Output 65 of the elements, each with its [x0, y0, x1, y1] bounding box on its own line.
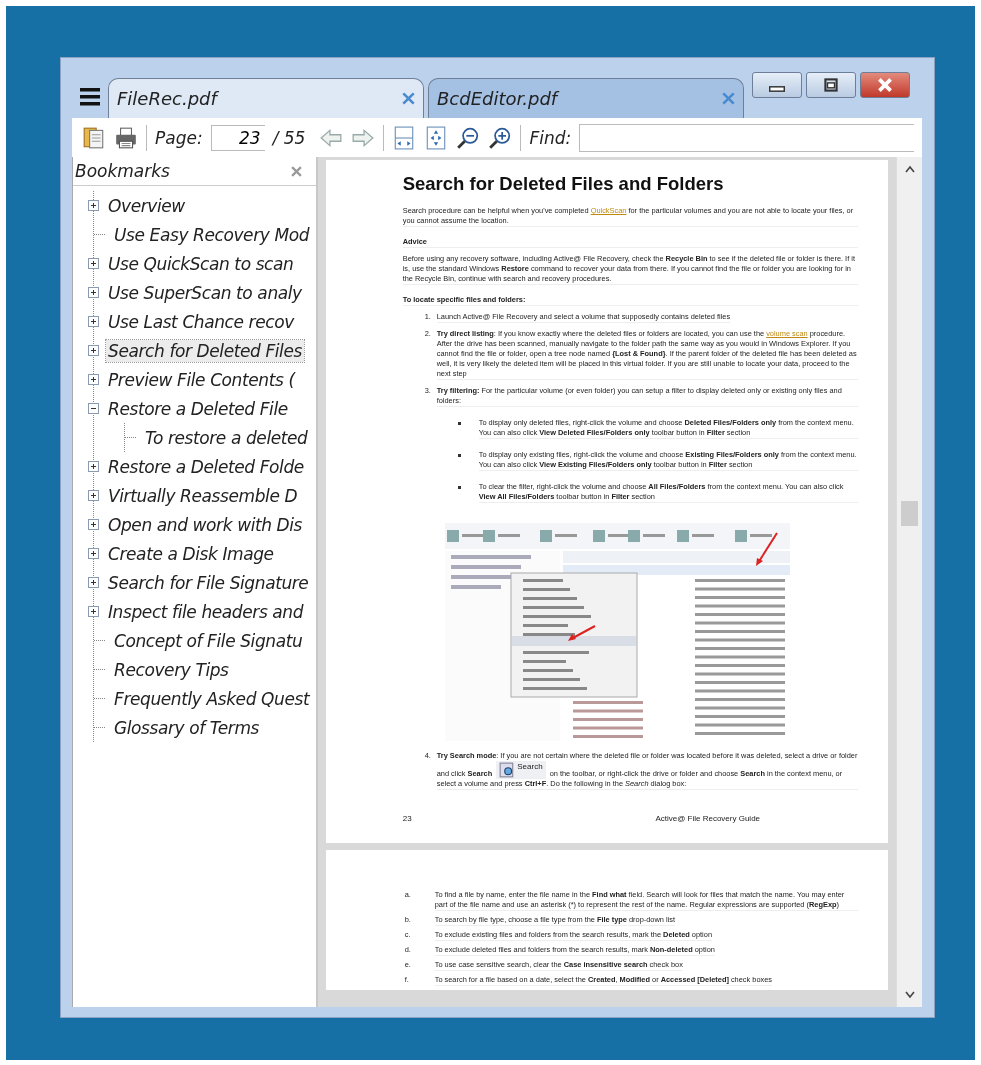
scroll-up-icon[interactable]	[903, 165, 916, 173]
vertical-scrollbar[interactable]	[896, 157, 922, 1007]
bookmark-item[interactable]: Use Easy Recovery Mod	[112, 223, 312, 246]
close-button[interactable]	[860, 72, 910, 98]
minimize-icon	[769, 86, 785, 92]
footer-title: Active@ File Recovery Guide	[655, 814, 761, 824]
bookmark-item[interactable]: Open and work with Dis	[106, 513, 305, 536]
bookmark-item[interactable]: To restore a deleted	[143, 426, 310, 449]
printer-icon[interactable]	[114, 125, 138, 150]
maximize-icon	[821, 78, 841, 92]
page-number-field[interactable]: 23	[210, 124, 265, 151]
open-folder-icon[interactable]	[82, 125, 106, 150]
page-label: Page:	[155, 127, 203, 148]
expand-icon[interactable]	[88, 519, 99, 530]
magnifier-icon	[499, 762, 516, 778]
bookmark-item[interactable]: Search for Deleted Files	[106, 339, 304, 362]
bookmark-item[interactable]: Search for File Signature	[106, 571, 311, 594]
expand-icon[interactable]	[88, 577, 99, 588]
bookmark-item[interactable]: Inspect file headers and	[106, 600, 306, 623]
expand-icon[interactable]	[88, 200, 99, 211]
bullet-icon	[457, 486, 461, 489]
page-number: 23	[402, 814, 412, 824]
bookmark-item[interactable]: Recovery Tips	[112, 658, 231, 681]
zoom-in-icon[interactable]	[488, 125, 513, 150]
minimize-button[interactable]	[752, 72, 802, 98]
bookmark-item[interactable]: Restore a Deleted File	[106, 397, 290, 420]
expand-icon[interactable]	[88, 461, 99, 472]
bookmark-item[interactable]: Glossary of Terms	[112, 716, 262, 739]
expand-icon[interactable]	[88, 345, 99, 356]
bookmark-item[interactable]: Preview File Contents (	[106, 368, 297, 391]
bookmark-item[interactable]: Frequently Asked Quest	[112, 687, 312, 710]
expand-icon[interactable]	[88, 374, 99, 385]
bookmark-item[interactable]: Create a Disk Image	[106, 542, 276, 565]
bookmark-item[interactable]: Use Last Chance recov	[106, 310, 296, 333]
scroll-down-icon[interactable]	[903, 991, 916, 999]
menu-icon[interactable]	[80, 88, 100, 106]
document-tab[interactable]: BcdEditor.pdf	[428, 78, 744, 118]
find-field[interactable]	[579, 123, 914, 152]
document-tab[interactable]: FileRec.pdf	[108, 78, 424, 118]
expand-icon[interactable]	[88, 548, 99, 559]
scroll-thumb[interactable]	[901, 501, 918, 526]
bookmark-item[interactable]: Use SuperScan to analy	[106, 281, 304, 304]
zoom-out-icon[interactable]	[456, 125, 481, 150]
close-icon[interactable]	[290, 165, 302, 177]
bullet-icon	[457, 454, 461, 457]
maximize-button[interactable]	[806, 72, 856, 98]
panel-title: Bookmarks	[75, 161, 170, 181]
page-count: / 55	[272, 127, 306, 148]
expand-icon[interactable]	[88, 287, 99, 298]
close-icon	[875, 78, 895, 92]
bookmark-item[interactable]: Concept of File Signatu	[112, 629, 305, 652]
page-heading: Search for Deleted Files and Folders	[402, 172, 725, 196]
bookmark-item[interactable]: Overview	[106, 194, 187, 217]
expand-icon[interactable]	[88, 258, 99, 269]
find-label: Find:	[529, 127, 572, 148]
bookmark-item[interactable]: Use QuickScan to scan	[106, 252, 296, 275]
expand-icon[interactable]	[88, 316, 99, 327]
close-icon[interactable]	[402, 92, 415, 105]
bookmark-item[interactable]: Virtually Reassemble D	[106, 484, 300, 507]
collapse-icon[interactable]	[88, 403, 99, 414]
search-button[interactable]: Search	[496, 761, 546, 779]
expand-icon[interactable]	[88, 490, 99, 501]
bookmark-item[interactable]: Restore a Deleted Folde	[106, 455, 306, 478]
bullet-icon	[457, 422, 461, 425]
expand-icon[interactable]	[88, 606, 99, 617]
